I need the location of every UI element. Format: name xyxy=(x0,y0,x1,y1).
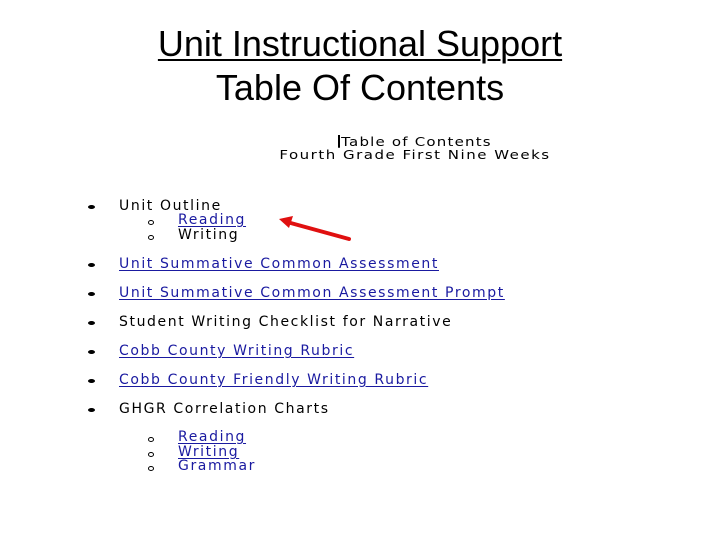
toc-link-unit-summative-common-assessment[interactable]: Unit Summative Common Assessment xyxy=(119,256,439,272)
bullet-icon xyxy=(88,205,95,209)
toc-item-ghgr-grammar: Grammar xyxy=(178,458,256,474)
toc-item-student-writing-checklist: Student Writing Checklist for Narrative xyxy=(119,314,453,330)
toc-link-unit-outline-reading[interactable]: Reading xyxy=(178,212,246,228)
circle-bullet-icon xyxy=(148,437,154,442)
toc-link-ghgr-reading[interactable]: Reading xyxy=(178,429,246,445)
red-arrow-annotation-icon xyxy=(279,216,351,241)
toc-item-ghgr-correlation-charts: GHGR Correlation Charts xyxy=(119,401,330,417)
bullet-icon xyxy=(88,321,95,325)
bullet-icon xyxy=(88,408,95,412)
toc-item-unit-outline-writing: Writing xyxy=(178,227,240,243)
document-heading-subtitle: Fourth Grade First Nine Weeks xyxy=(279,146,551,163)
circle-bullet-icon xyxy=(148,235,154,240)
text-cursor-icon xyxy=(338,135,341,148)
table-of-contents-document: Table of Contents Fourth Grade First Nin… xyxy=(0,0,720,540)
bullet-icon xyxy=(88,263,95,267)
toc-link-unit-summative-common-assessment-prompt[interactable]: Unit Summative Common Assessment Prompt xyxy=(119,285,505,301)
bullet-icon xyxy=(88,379,95,383)
document-heading: Table of Contents Fourth Grade First Nin… xyxy=(230,135,600,161)
circle-bullet-icon xyxy=(148,452,154,457)
circle-bullet-icon xyxy=(148,220,154,225)
toc-link-cobb-county-writing-rubric[interactable]: Cobb County Writing Rubric xyxy=(119,343,354,359)
bullet-icon xyxy=(88,350,95,354)
circle-bullet-icon xyxy=(148,466,154,471)
bullet-icon xyxy=(88,292,95,296)
toc-link-cobb-county-friendly-writing-rubric[interactable]: Cobb County Friendly Writing Rubric xyxy=(119,372,428,388)
